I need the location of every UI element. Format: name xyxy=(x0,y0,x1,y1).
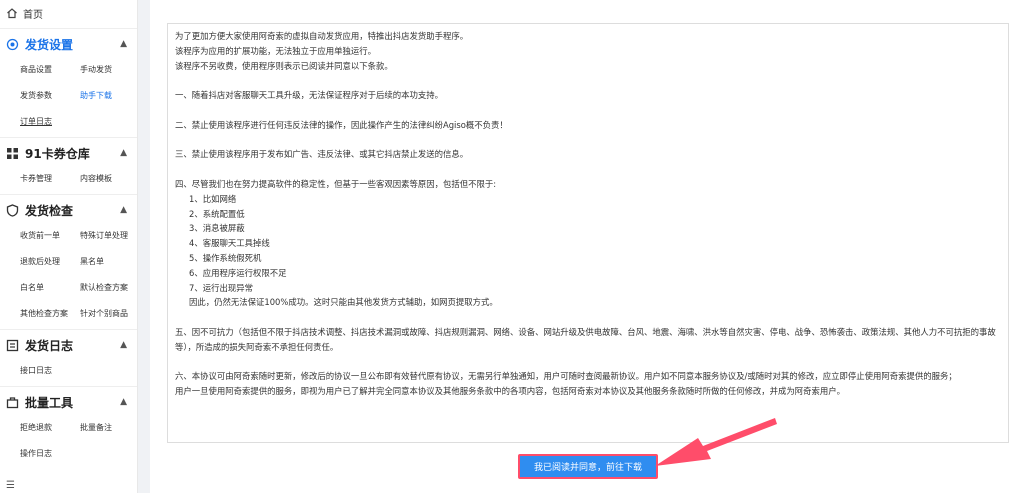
main-content: 为了更加方便大家使用阿奇索的虚拟自动发货应用，特推出抖店发货助手程序。 该程序为… xyxy=(150,0,1024,493)
sidebar: 首页 发货设置 ▲ 商品设置 手动发货 发货参数 助手下载 订单日志 91卡券仓… xyxy=(0,0,138,493)
section-title: 发货检查 xyxy=(25,203,74,218)
terms-clause-1: 一、随着抖店对客服聊天工具升级，无法保证程序对于后续的本功支持。 xyxy=(175,90,443,101)
terms-clause-4: 四、尽管我们也在努力提高软件的稳定性，但基于一些客观因素等原因，包括但不限于: xyxy=(175,178,497,189)
terms-clause-7: 用户一旦使用阿奇索提供的服务，即视为用户已了解并完全同意本协议及其他服务条款中的… xyxy=(175,386,845,397)
grid-icon xyxy=(6,147,19,160)
sidebar-item-shoudong-fahuo[interactable]: 手动发货 xyxy=(80,57,137,83)
divider xyxy=(0,329,137,330)
section-fahuo-shezhi[interactable]: 发货设置 ▲ xyxy=(0,31,137,57)
sidebar-item-piliang-beizhu[interactable]: 批量备注 xyxy=(80,415,137,441)
sidebar-item-jujue-tuikuan[interactable]: 拒绝退款 xyxy=(20,415,80,441)
log-icon xyxy=(6,339,19,352)
sidebar-item-shouhuo-qian[interactable]: 收货前一单 xyxy=(20,223,80,249)
terms-clause-4-item: 6、应用程序运行权限不足 xyxy=(189,267,287,278)
sidebar-item-label: 首页 xyxy=(23,9,43,21)
sidebar-item-qita-jiancha[interactable]: 其他检查方案 xyxy=(20,301,80,327)
sidebar-item-heimingdan[interactable]: 黑名单 xyxy=(80,249,137,275)
divider xyxy=(0,386,137,387)
terms-clause-4-item: 3、消息被屏蔽 xyxy=(189,223,245,234)
terms-intro-line: 为了更加方便大家使用阿奇索的虚拟自动发货应用，特推出抖店发货助手程序。 xyxy=(175,31,469,41)
chevron-up-icon: ▲ xyxy=(120,39,127,49)
chevron-up-icon: ▲ xyxy=(120,397,127,407)
section-piliang-gongju[interactable]: 批量工具 ▲ xyxy=(0,389,137,415)
sidebar-item-jiekou-rizhi[interactable]: 接口日志 xyxy=(20,358,80,384)
sidebar-item-fahuo-canshu[interactable]: 发货参数 xyxy=(20,83,80,109)
divider xyxy=(0,137,137,138)
sidebar-item-moren-jiancha[interactable]: 默认检查方案 xyxy=(80,275,137,301)
section-fahuo-rizhi[interactable]: 发货日志 ▲ xyxy=(0,332,137,358)
sidebar-item-gebie-shangpin[interactable]: 针对个别商品 xyxy=(80,301,137,327)
terms-clause-6: 六、本协议可由阿奇索随时更新，修改后的协议一旦公布即有效替代原有协议，无需另行单… xyxy=(175,371,957,382)
terms-clause-4-item: 5、操作系统假死机 xyxy=(189,252,262,263)
section-title: 发货设置 xyxy=(25,37,74,52)
target-icon xyxy=(6,38,19,51)
divider xyxy=(0,28,137,29)
terms-clause-3: 三、禁止使用该程序用于发布如广告、违反法律、或其它抖店禁止发送的信息。 xyxy=(175,149,469,160)
sidebar-item-kaquan-guanli[interactable]: 卡券管理 xyxy=(20,166,80,192)
divider xyxy=(0,194,137,195)
terms-intro-line: 该程序为应用的扩展功能，无法独立于应用单独运行。 xyxy=(175,45,376,56)
terms-clause-4-item: 4、客服聊天工具掉线 xyxy=(189,238,270,249)
terms-clause-4-end: 因此，仍然无法保证100%成功。这时只能由其他发货方式辅助，如网页提取方式。 xyxy=(189,297,498,308)
home-icon xyxy=(6,7,18,19)
section-title: 批量工具 xyxy=(25,395,74,410)
sidebar-item-zhushou-xiazai[interactable]: 助手下载 xyxy=(80,83,137,109)
sidebar-item-tuikuan-hou[interactable]: 退款后处理 xyxy=(20,249,80,275)
collapse-menu-icon[interactable]: ☰ xyxy=(6,480,15,491)
section-title: 发货日志 xyxy=(25,338,74,353)
terms-intro-line: 该程序不另收费，使用程序则表示已阅读并同意以下条款。 xyxy=(175,60,393,71)
section-fahuo-jiancha[interactable]: 发货检查 ▲ xyxy=(0,197,137,223)
terms-clause-2: 二、禁止使用该程序进行任何违反法律的操作，因此操作产生的法律纠纷Agiso概不负… xyxy=(175,119,508,130)
sidebar-item-dingdan-rizhi[interactable]: 订单日志 xyxy=(20,109,80,135)
chevron-up-icon: ▲ xyxy=(120,340,127,350)
terms-clause-4-item: 1、比如网络 xyxy=(189,193,237,204)
terms-box[interactable]: 为了更加方便大家使用阿奇索的虚拟自动发货应用，特推出抖店发货助手程序。 该程序为… xyxy=(167,23,1009,443)
sidebar-item-baimingdan[interactable]: 白名单 xyxy=(20,275,80,301)
sidebar-item-shangpin-shezhi[interactable]: 商品设置 xyxy=(20,57,80,83)
briefcase-icon xyxy=(6,396,19,409)
shield-icon xyxy=(6,203,19,217)
terms-clause-4-item: 2、系统配置低 xyxy=(189,208,245,219)
terms-clause-5: 五、因不可抗力（包括但不限于抖店技术调整、抖店技术漏洞或故障、抖店规则漏洞、网络… xyxy=(175,326,996,352)
chevron-up-icon: ▲ xyxy=(120,205,127,215)
sidebar-item-caozuo-rizhi[interactable]: 操作日志 xyxy=(20,441,80,467)
sidebar-item-neirong-muban[interactable]: 内容模板 xyxy=(80,166,137,192)
sidebar-item-home[interactable]: 首页 xyxy=(0,0,137,26)
terms-clause-4-item: 7、运行出现异常 xyxy=(189,282,253,293)
section-title: 91卡券仓库 xyxy=(25,146,90,161)
sidebar-item-teshu-dingdan[interactable]: 特殊订单处理 xyxy=(80,223,137,249)
agree-download-button[interactable]: 我已阅读并同意，前往下载 xyxy=(518,454,658,479)
chevron-up-icon: ▲ xyxy=(120,148,127,158)
section-kaquan-cangku[interactable]: 91卡券仓库 ▲ xyxy=(0,140,137,166)
